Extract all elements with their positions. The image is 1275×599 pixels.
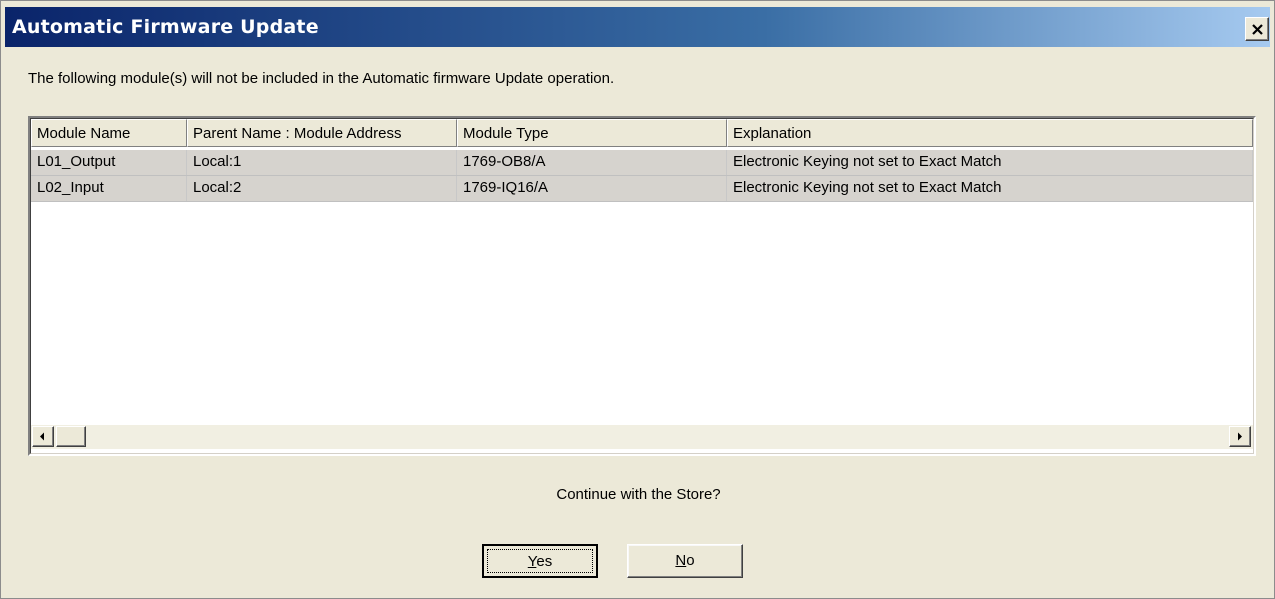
cell-parent-name: Local:1: [187, 150, 457, 175]
dialog-window: Automatic Firmware Update The following …: [0, 0, 1275, 599]
focus-rectangle: [487, 549, 593, 573]
table-row[interactable]: L02_Input Local:2 1769-IQ16/A Electronic…: [31, 176, 1253, 202]
arrow-left-icon: [40, 432, 44, 441]
table-row[interactable]: L01_Output Local:1 1769-OB8/A Electronic…: [31, 150, 1253, 176]
column-header-parent-name[interactable]: Parent Name : Module Address: [187, 119, 457, 147]
scroll-thumb[interactable]: [56, 426, 86, 447]
no-button[interactable]: No: [627, 544, 743, 578]
column-header-module-name[interactable]: Module Name: [31, 119, 187, 147]
close-icon: [1252, 24, 1263, 35]
cell-module-type: 1769-OB8/A: [457, 150, 727, 175]
cell-module-name: L01_Output: [31, 150, 187, 175]
no-label: o: [686, 552, 695, 569]
confirm-question: Continue with the Store?: [556, 486, 721, 503]
list-header: Module Name Parent Name : Module Address…: [31, 119, 1253, 147]
window-title: Automatic Firmware Update: [12, 16, 319, 38]
module-list[interactable]: Module Name Parent Name : Module Address…: [28, 116, 1256, 456]
cell-explanation: Electronic Keying not set to Exact Match: [727, 150, 1253, 175]
cell-module-name: L02_Input: [31, 176, 187, 201]
scroll-right-button[interactable]: [1229, 426, 1251, 447]
cell-explanation: Electronic Keying not set to Exact Match: [727, 176, 1253, 201]
yes-button[interactable]: Yes: [482, 544, 598, 578]
close-button[interactable]: [1245, 17, 1269, 41]
info-message: The following module(s) will not be incl…: [28, 70, 615, 87]
cell-module-type: 1769-IQ16/A: [457, 176, 727, 201]
arrow-right-icon: [1238, 432, 1242, 441]
title-bar[interactable]: Automatic Firmware Update: [5, 7, 1270, 47]
no-mnemonic: N: [675, 552, 687, 569]
cell-parent-name: Local:2: [187, 176, 457, 201]
scroll-left-button[interactable]: [32, 426, 54, 447]
column-header-explanation[interactable]: Explanation: [727, 119, 1253, 147]
horizontal-scrollbar[interactable]: [31, 425, 1253, 449]
column-header-module-type[interactable]: Module Type: [457, 119, 727, 147]
